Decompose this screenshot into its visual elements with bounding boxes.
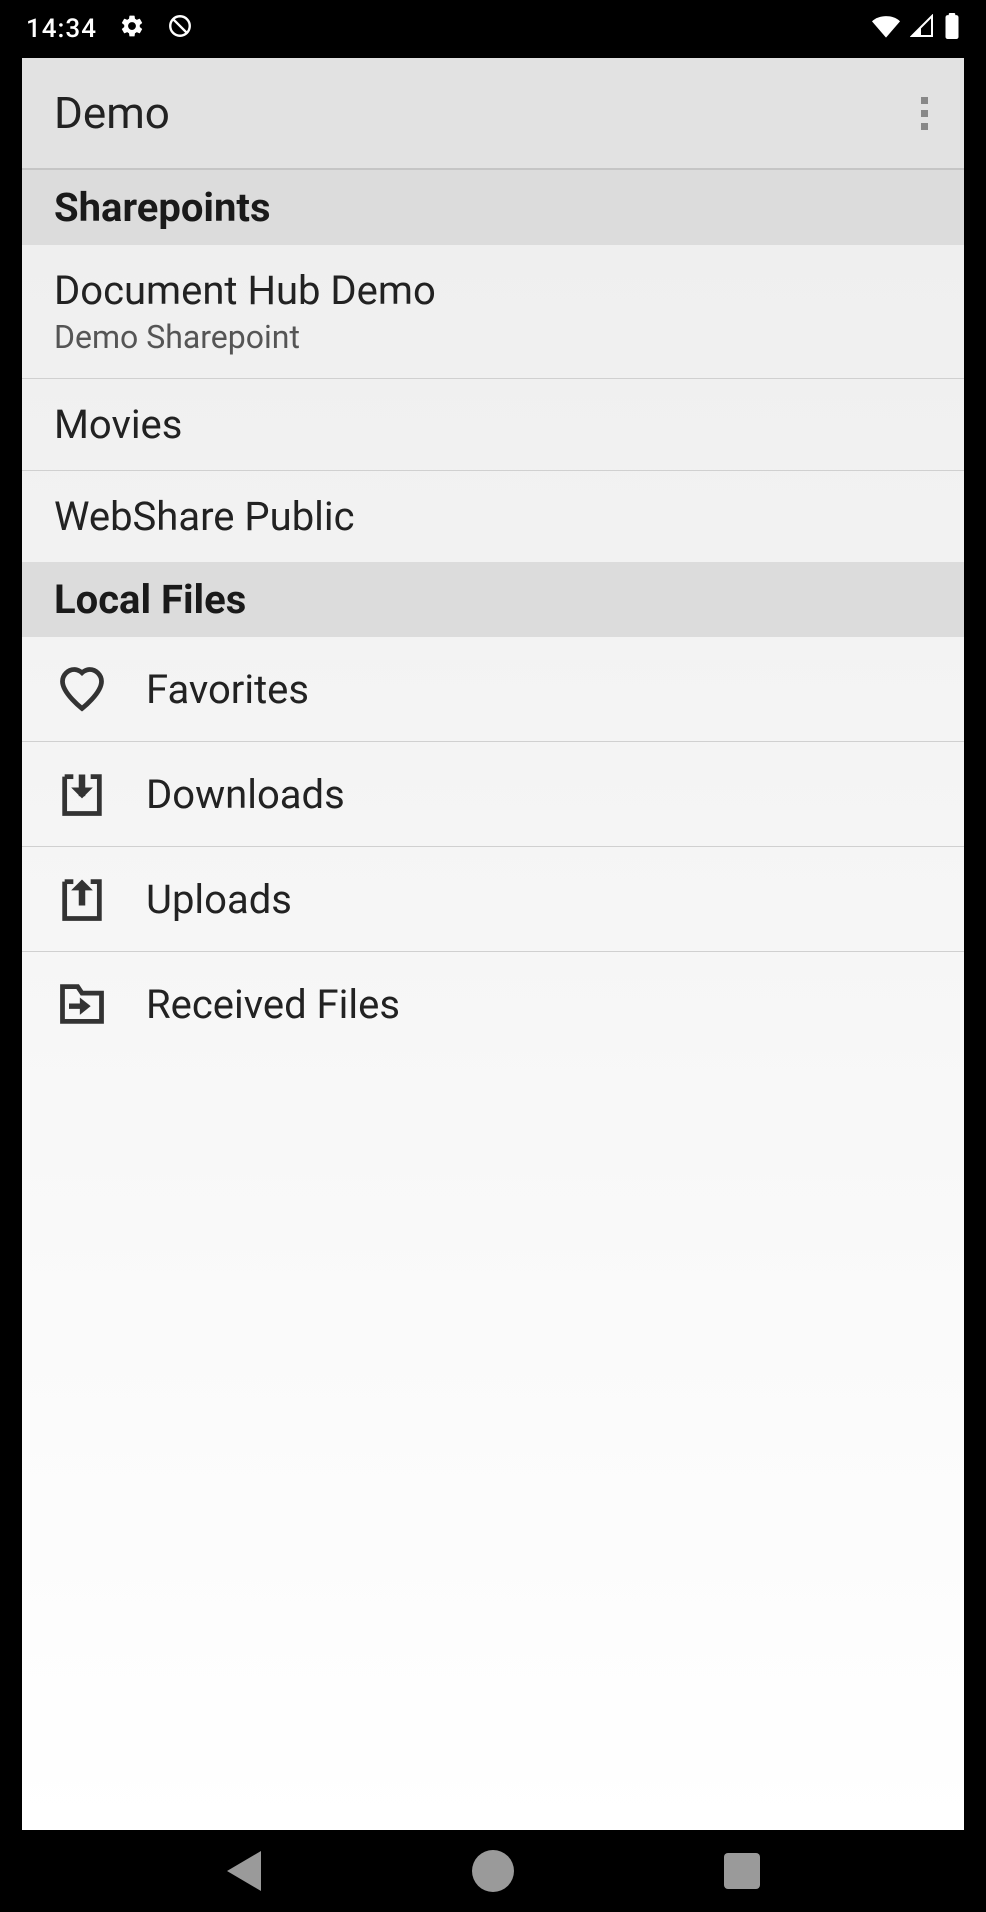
list-item-title: WebShare Public [54, 493, 932, 540]
nav-home-button[interactable] [467, 1845, 519, 1897]
overflow-menu-button[interactable] [900, 89, 948, 137]
received-files-icon [54, 976, 110, 1032]
upload-icon [54, 871, 110, 927]
battery-icon [944, 13, 960, 46]
local-item-uploads[interactable]: Uploads [22, 847, 964, 952]
nav-back-button[interactable] [218, 1845, 270, 1897]
local-item-favorites[interactable]: Favorites [22, 637, 964, 742]
list-item-label: Favorites [146, 666, 309, 713]
download-icon [54, 766, 110, 822]
local-item-received[interactable]: Received Files [22, 952, 964, 1056]
status-bar: 14:34 [0, 0, 986, 58]
list-item-label: Downloads [146, 771, 345, 818]
sharepoint-item-webshare[interactable]: WebShare Public [22, 471, 964, 562]
wifi-icon [872, 14, 900, 45]
sharepoint-item-document-hub[interactable]: Document Hub Demo Demo Sharepoint [22, 245, 964, 379]
list-item-subtitle: Demo Sharepoint [54, 318, 932, 356]
local-item-downloads[interactable]: Downloads [22, 742, 964, 847]
app-container: Demo Sharepoints Document Hub Demo Demo … [22, 58, 964, 1830]
section-header-sharepoints: Sharepoints [22, 170, 964, 245]
sharepoint-item-movies[interactable]: Movies [22, 379, 964, 471]
settings-gear-icon [119, 13, 145, 46]
list-item-label: Received Files [146, 981, 400, 1028]
dnd-icon [167, 13, 193, 46]
heart-icon [54, 661, 110, 717]
section-header-local-files: Local Files [22, 562, 964, 637]
android-nav-bar [0, 1830, 986, 1912]
list-item-title: Movies [54, 401, 932, 448]
list-item-title: Document Hub Demo [54, 267, 932, 314]
app-bar: Demo [22, 58, 964, 170]
cellular-icon [910, 14, 934, 45]
list-item-label: Uploads [146, 876, 292, 923]
status-time: 14:34 [26, 14, 97, 44]
nav-recent-button[interactable] [716, 1845, 768, 1897]
app-title: Demo [54, 87, 170, 139]
